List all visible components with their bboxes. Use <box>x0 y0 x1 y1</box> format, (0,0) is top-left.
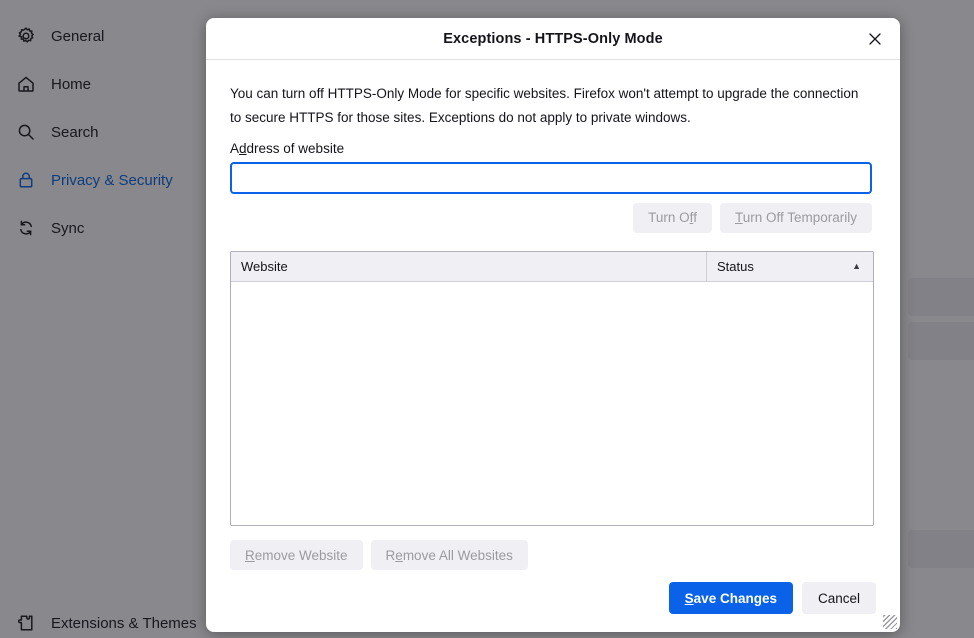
dialog-footer: Save Changes Cancel <box>206 570 900 632</box>
address-of-website-input[interactable] <box>230 162 872 194</box>
exceptions-table: Website Status ▲ <box>230 251 874 526</box>
sort-ascending-icon: ▲ <box>852 262 861 271</box>
remove-button-row: Remove Website Remove All Websites <box>230 540 874 570</box>
column-header-status[interactable]: Status ▲ <box>707 252 873 281</box>
table-body[interactable] <box>231 282 873 525</box>
accesskey-letter: S <box>685 591 694 606</box>
turn-off-temporarily-button[interactable]: Turn Off Temporarily <box>720 203 872 233</box>
turn-off-button-row: Turn Off Turn Off Temporarily <box>230 203 872 233</box>
dialog-body: You can turn off HTTPS-Only Mode for spe… <box>206 60 900 570</box>
accesskey-letter: e <box>395 548 403 563</box>
close-icon[interactable] <box>860 24 890 54</box>
remove-website-button[interactable]: Remove Website <box>230 540 363 570</box>
cancel-button[interactable]: Cancel <box>802 582 876 614</box>
accesskey-letter: d <box>239 141 247 156</box>
accesskey-letter: R <box>245 548 255 563</box>
table-header-row: Website Status ▲ <box>231 252 873 282</box>
address-of-website-label: Address of website <box>230 141 876 156</box>
column-header-label: Website <box>241 259 288 274</box>
dialog-titlebar: Exceptions - HTTPS-Only Mode <box>206 18 900 60</box>
turn-off-button[interactable]: Turn Off <box>633 203 712 233</box>
resize-grip[interactable] <box>883 615 897 629</box>
save-changes-button[interactable]: Save Changes <box>669 582 793 614</box>
column-header-label: Status <box>717 259 754 274</box>
dialog-description: You can turn off HTTPS-Only Mode for spe… <box>230 82 870 129</box>
dialog-title: Exceptions - HTTPS-Only Mode <box>443 31 663 47</box>
remove-all-websites-button[interactable]: Remove All Websites <box>371 540 528 570</box>
exceptions-dialog: Exceptions - HTTPS-Only Mode You can tur… <box>206 18 900 632</box>
accesskey-letter: T <box>735 210 743 225</box>
column-header-website[interactable]: Website <box>231 252 707 281</box>
